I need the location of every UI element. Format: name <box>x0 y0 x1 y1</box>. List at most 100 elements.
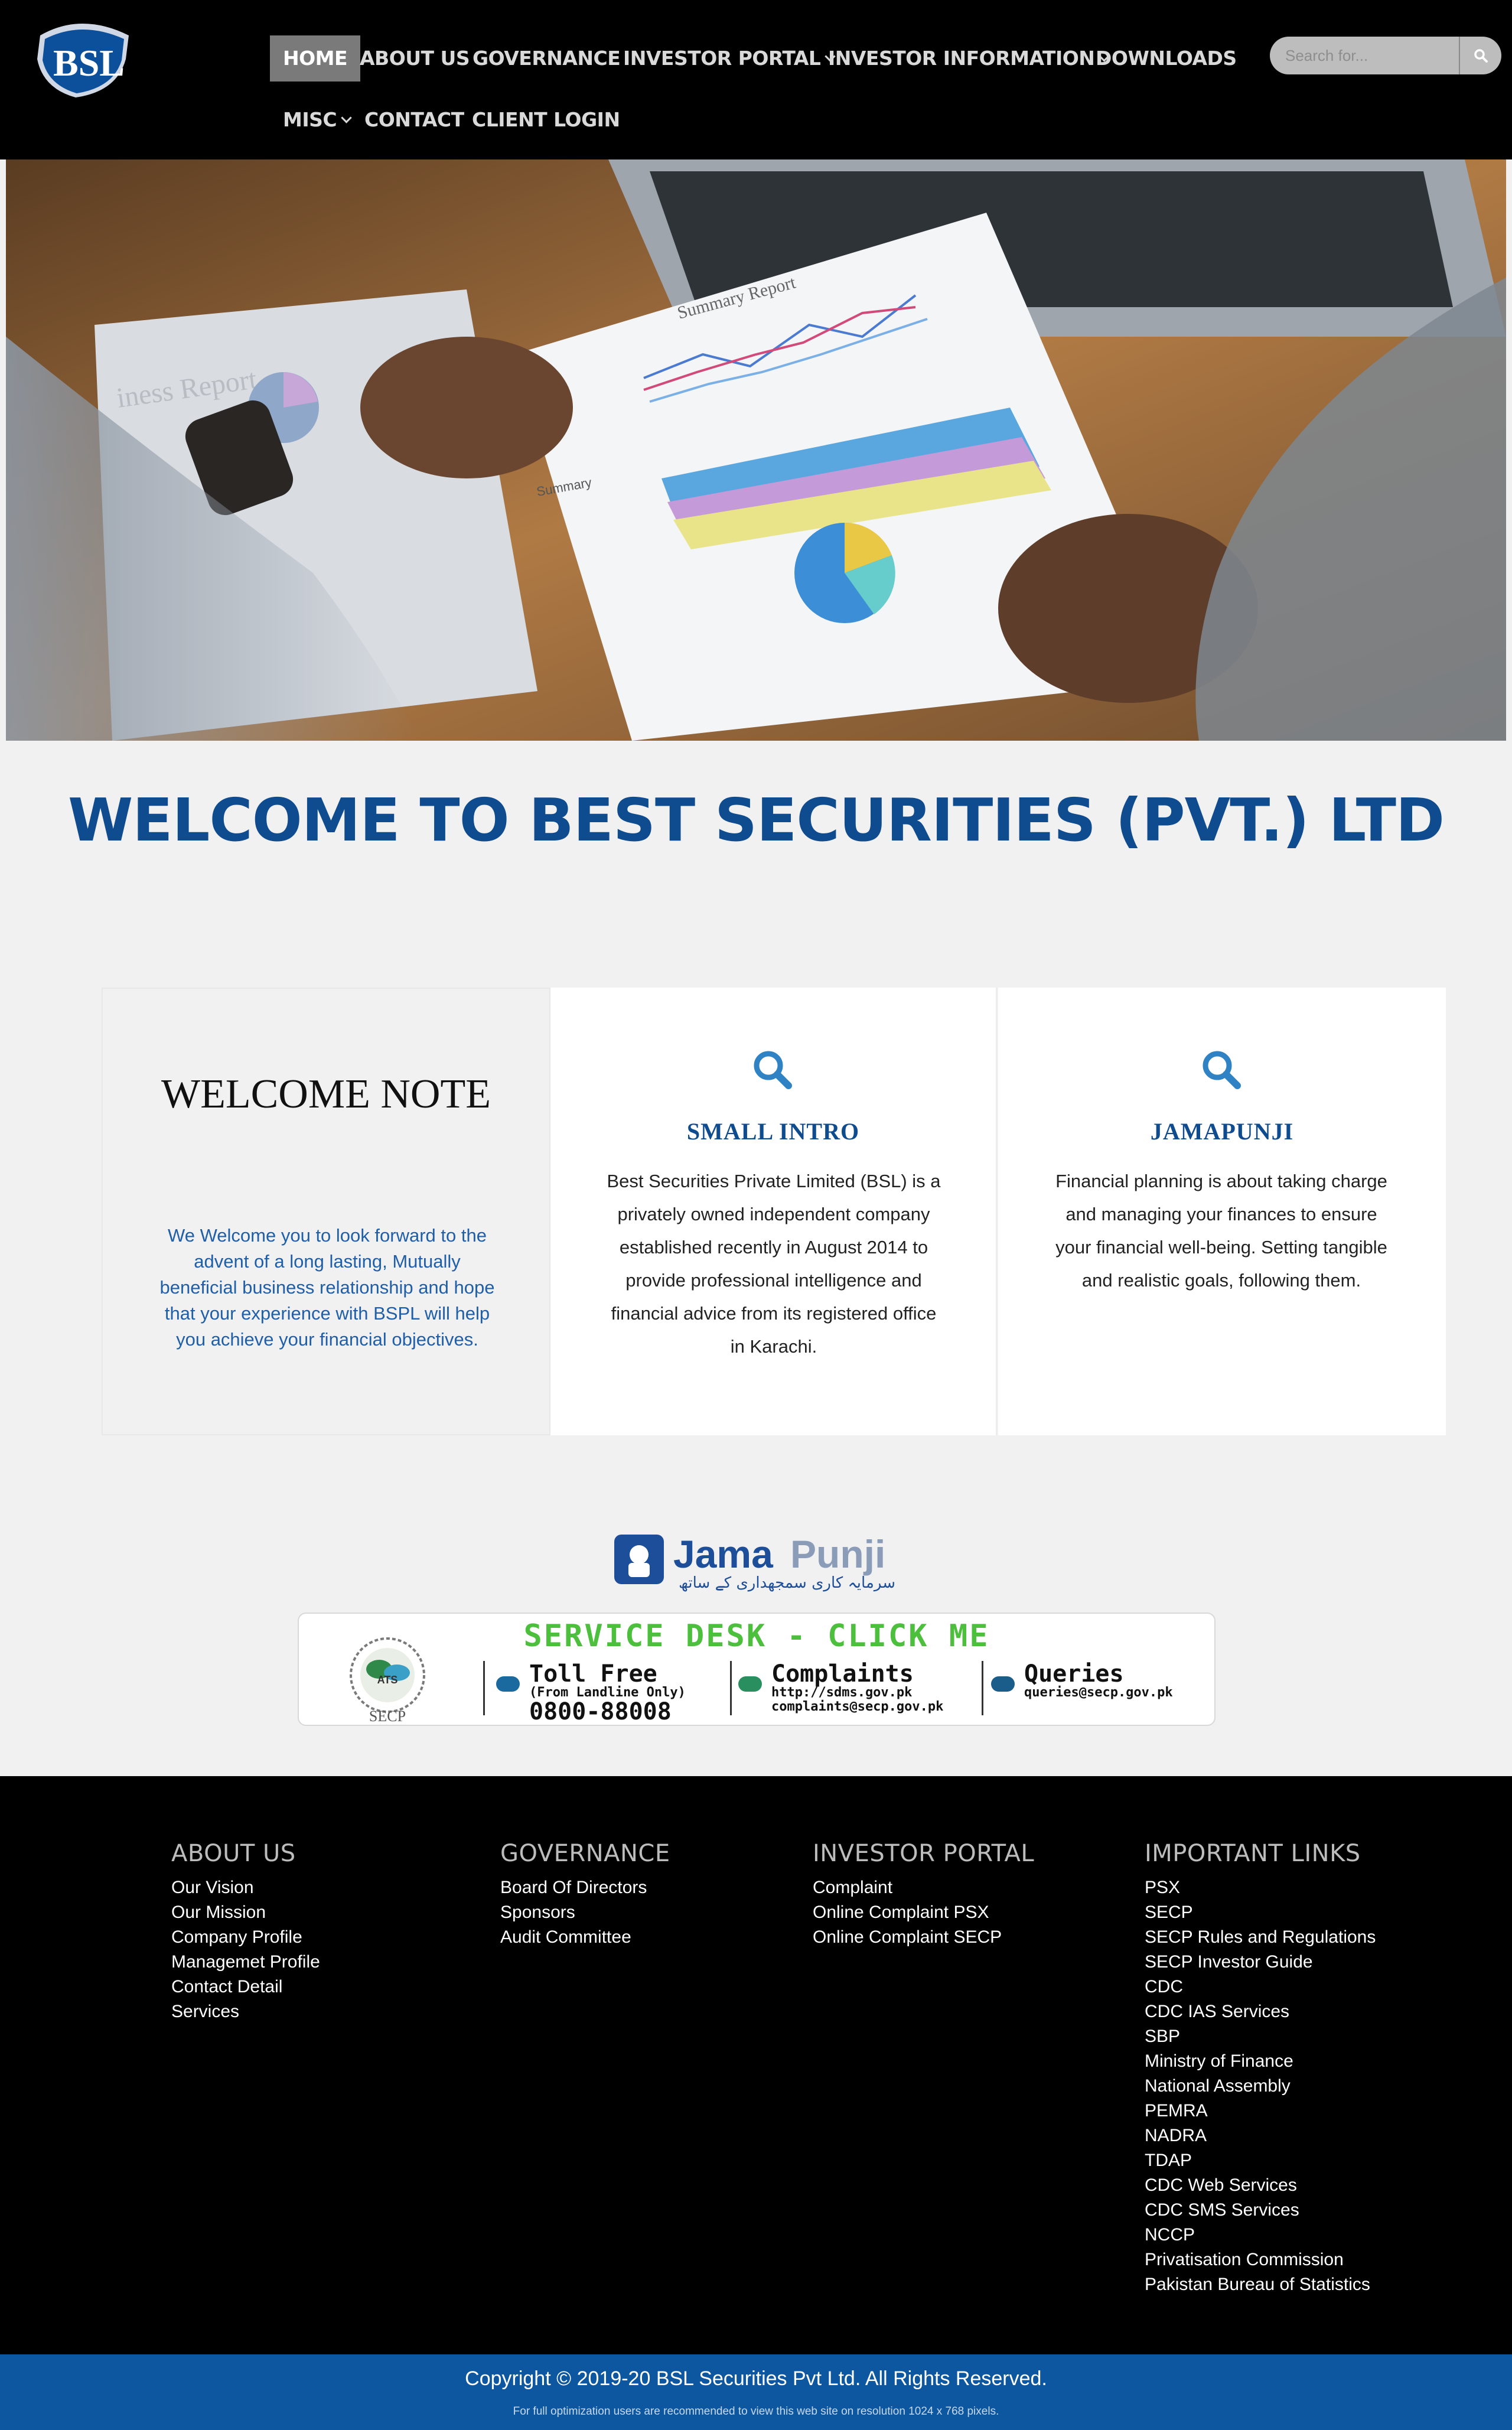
resolution-note: For full optimization users are recommen… <box>513 2405 999 2418</box>
footer-col-title: IMPORTANT LINKS <box>1145 1840 1361 1867</box>
footer-link[interactable]: CDC SMS Services <box>1145 2198 1376 2223</box>
queries-email: queries@secp.gov.pk <box>1024 1685 1173 1700</box>
nav-home[interactable]: HOME <box>270 35 361 82</box>
welcome-note-title: WELCOME NOTE <box>161 1071 491 1117</box>
svg-text:ATS: ATS <box>377 1674 398 1686</box>
toll-free-number: 0800-88008 <box>529 1698 672 1725</box>
jamapunji-heading: JAMAPUNJI <box>1150 1118 1294 1145</box>
search-icon <box>1474 49 1488 63</box>
nav-investor-portal-label: INVESTOR PORTAL <box>623 47 821 70</box>
search-input[interactable] <box>1270 37 1459 74</box>
footer-link[interactable]: SECP <box>1145 1900 1376 1925</box>
small-intro-text: Best Securities Private Limited (BSL) is… <box>607 1171 941 1357</box>
footer-link[interactable]: PEMRA <box>1145 2099 1376 2123</box>
footer-link[interactable]: Board Of Directors <box>500 1875 670 1900</box>
complaints-title: Complaints <box>771 1660 914 1688</box>
copyright-text: Copyright © 2019-20 BSL Securities Pvt L… <box>465 2367 1047 2390</box>
jamapunji-text: Financial planning is about taking charg… <box>1055 1171 1387 1291</box>
svg-text:سرمایہ کاری سمجھداری کے ساتھ: سرمایہ کاری سمجھداری کے ساتھ <box>679 1574 895 1592</box>
footer-link[interactable]: Our Vision <box>171 1875 320 1900</box>
footer-link[interactable]: CDC <box>1145 1975 1376 1999</box>
nav-contact[interactable]: CONTACT <box>364 97 464 143</box>
footer-col-title: GOVERNANCE <box>500 1840 670 1867</box>
complaints-block: Complaints http://sdms.gov.pk complaints… <box>771 1662 943 1714</box>
small-intro-heading: SMALL INTRO <box>686 1118 860 1145</box>
footer-link[interactable]: Audit Committee <box>500 1925 670 1950</box>
welcome-title: WELCOME TO BEST SECURITIES (PVT.) LTD <box>68 786 1445 855</box>
footer-link[interactable]: CDC Web Services <box>1145 2173 1376 2198</box>
footer-link[interactable]: Ministry of Finance <box>1145 2049 1376 2074</box>
globe-icon <box>738 1676 762 1692</box>
complaints-url: http://sdms.gov.pk <box>771 1685 913 1700</box>
footer-link[interactable]: SBP <box>1145 2024 1376 2049</box>
copyright-bar: Copyright © 2019-20 BSL Securities Pvt L… <box>0 2354 1512 2430</box>
jamapunji-logo[interactable]: Jama Punji سرمایہ کاری سمجھداری کے ساتھ <box>612 1529 901 1594</box>
service-desk-banner[interactable]: SERVICE DESK - CLICK ME ATS SECP Toll Fr… <box>298 1613 1216 1726</box>
footer-col-title: INVESTOR PORTAL <box>813 1840 1035 1867</box>
footer-link[interactable]: Online Complaint PSX <box>813 1900 1034 1925</box>
footer-col-investor-portal: INVESTOR PORTAL Complaint Online Complai… <box>813 1840 1034 1950</box>
welcome-note-text: We Welcome you to look forward to the ad… <box>159 1225 495 1350</box>
small-intro-card: SMALL INTRO Best Securities Private Limi… <box>550 988 997 1435</box>
footer-link[interactable]: Pakistan Bureau of Statistics <box>1145 2272 1376 2297</box>
queries-block: Queries queries@secp.gov.pk <box>1024 1662 1173 1700</box>
footer-link[interactable]: Managemet Profile <box>171 1950 320 1975</box>
svg-text:BSL: BSL <box>53 42 125 84</box>
footer-link[interactable]: NADRA <box>1145 2123 1376 2148</box>
divider <box>982 1661 983 1715</box>
email-icon <box>991 1676 1015 1692</box>
footer-link[interactable]: Complaint <box>813 1875 1034 1900</box>
footer-link[interactable]: Contact Detail <box>171 1975 320 1999</box>
nav-investor-information[interactable]: INVESTOR INFORMATION <box>828 35 1110 82</box>
secp-seal-icon: ATS SECP <box>350 1637 425 1724</box>
nav-downloads-label: DOWNLOADS <box>1096 47 1237 70</box>
footer-col-title: ABOUT US <box>171 1840 296 1867</box>
site-footer: ABOUT US Our Vision Our Mission Company … <box>0 1776 1512 2354</box>
footer-link[interactable]: National Assembly <box>1145 2074 1376 2099</box>
nav-investor-portal[interactable]: INVESTOR PORTAL <box>623 35 836 82</box>
footer-link[interactable]: SECP Investor Guide <box>1145 1950 1376 1975</box>
nav-contact-label: CONTACT <box>364 108 464 131</box>
nav-client-login[interactable]: CLIENT LOGIN <box>472 97 620 143</box>
divider <box>730 1661 732 1715</box>
footer-link[interactable]: PSX <box>1145 1875 1376 1900</box>
footer-link[interactable]: TDAP <box>1145 2148 1376 2173</box>
footer-col-about-us: ABOUT US Our Vision Our Mission Company … <box>171 1840 320 2024</box>
nav-governance[interactable]: GOVERNANCE <box>472 35 621 82</box>
nav-misc-label: MISC <box>283 108 337 131</box>
footer-col-governance: GOVERNANCE Board Of Directors Sponsors A… <box>500 1840 670 1950</box>
footer-link[interactable]: Privatisation Commission <box>1145 2247 1376 2272</box>
bsl-logo[interactable]: BSL <box>28 18 137 100</box>
hero-business-report-image: iness Report Summary Report Summary <box>6 159 1506 741</box>
search-button[interactable] <box>1459 37 1501 74</box>
footer-link[interactable]: Company Profile <box>171 1925 320 1950</box>
search-icon <box>754 1051 792 1089</box>
nav-misc[interactable]: MISC <box>283 97 352 143</box>
svg-text:SECP: SECP <box>369 1708 406 1724</box>
svg-text:Punji: Punji <box>790 1532 885 1576</box>
divider <box>483 1661 485 1715</box>
footer-link[interactable]: Sponsors <box>500 1900 670 1925</box>
welcome-note-card: WELCOME NOTE We Welcome you to look forw… <box>102 988 550 1435</box>
queries-title: Queries <box>1024 1660 1124 1688</box>
nav-governance-label: GOVERNANCE <box>472 47 621 70</box>
search-icon <box>1203 1051 1241 1089</box>
phone-icon <box>496 1676 520 1692</box>
footer-link[interactable]: Our Mission <box>171 1900 320 1925</box>
site-header: BSL HOME ABOUT US GOVERNANCE INVESTOR PO… <box>0 0 1512 159</box>
toll-free-block: Toll Free (From Landline Only) 0800-8800… <box>529 1662 686 1724</box>
chevron-down-icon <box>341 112 352 123</box>
toll-free-title: Toll Free <box>529 1660 657 1688</box>
nav-investor-information-label: INVESTOR INFORMATION <box>828 47 1095 70</box>
nav-downloads[interactable]: DOWNLOADS <box>1096 35 1237 82</box>
nav-about-us-label: ABOUT US <box>360 47 470 70</box>
footer-link[interactable]: NCCP <box>1145 2223 1376 2247</box>
footer-link[interactable]: Online Complaint SECP <box>813 1925 1034 1950</box>
nav-about-us[interactable]: ABOUT US <box>360 35 470 82</box>
nav-client-login-label: CLIENT LOGIN <box>472 108 620 131</box>
footer-col-important-links: IMPORTANT LINKS PSX SECP SECP Rules and … <box>1145 1840 1376 2297</box>
footer-link[interactable]: CDC IAS Services <box>1145 1999 1376 2024</box>
footer-link[interactable]: Services <box>171 1999 320 2024</box>
footer-link[interactable]: SECP Rules and Regulations <box>1145 1925 1376 1950</box>
nav-home-label: HOME <box>283 47 348 70</box>
